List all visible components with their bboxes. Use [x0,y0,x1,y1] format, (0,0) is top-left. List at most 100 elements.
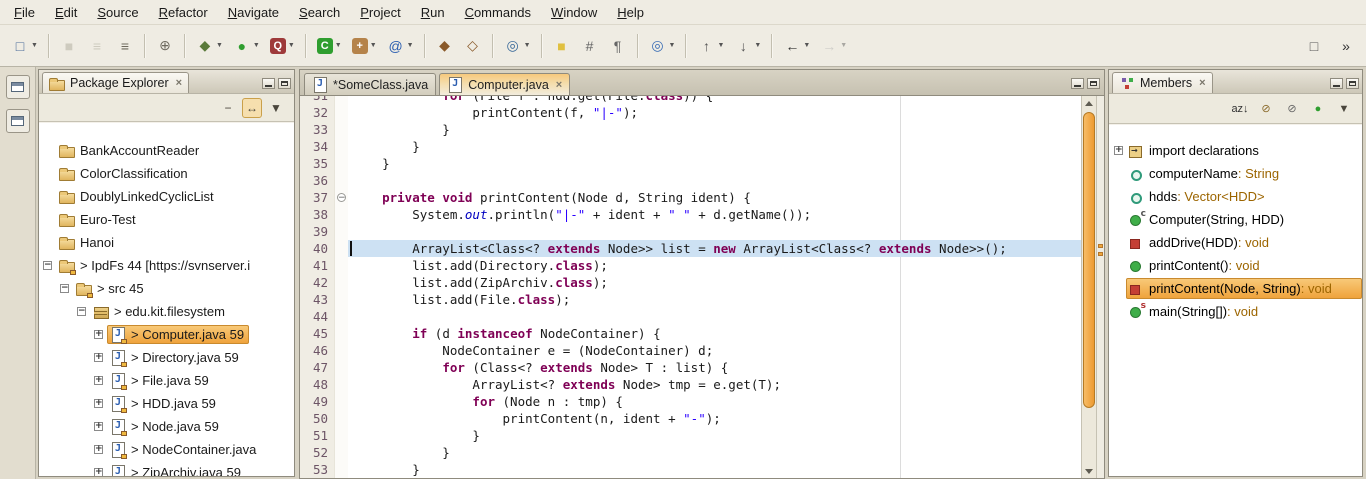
dropdown-arrow-icon[interactable]: ▼ [370,42,377,49]
scroll-up-icon[interactable] [1082,96,1096,110]
runnable-jar-button[interactable]: ◇ [460,32,486,60]
code-text[interactable]: for (File f : hdd.get(File.class)) { [348,96,1081,104]
save-all-button[interactable]: ≡ [84,32,110,60]
minimize-view-icon[interactable] [1330,78,1343,89]
dropdown-arrow-icon[interactable]: ▼ [717,42,724,49]
members-view-menu-button[interactable]: ▼ [1334,99,1354,119]
build-all-button[interactable]: ⊕ [152,32,178,60]
export-jar-button[interactable]: ◆ [432,32,458,60]
menu-help[interactable]: Help [607,2,654,23]
code-text[interactable]: printContent(n, ident + "-"); [348,410,1081,427]
dropdown-arrow-icon[interactable]: ▼ [754,42,761,49]
expander-icon[interactable]: + [94,353,103,362]
menu-file[interactable]: File [4,2,45,23]
show-grid-button[interactable]: # [577,32,603,60]
expander-icon[interactable]: − [43,261,52,270]
maximize-view-icon[interactable] [278,78,291,89]
member-item[interactable]: addDrive(HDD) : void [1109,231,1362,254]
expander-icon[interactable]: − [77,307,86,316]
javadoc-button[interactable]: @▼ [383,32,418,60]
expander-icon[interactable]: + [1114,146,1123,155]
next-annotation-button[interactable]: ↓▼ [730,32,765,60]
editor-vertical-scrollbar[interactable] [1081,96,1096,478]
code-text[interactable]: if (d instanceof NodeContainer) { [348,325,1081,342]
coverage-button[interactable]: Q▼ [266,32,299,60]
editor-tab[interactable]: *SomeClass.java [304,73,436,95]
new-java-package-button[interactable]: +▼ [348,32,381,60]
expander-icon[interactable]: + [94,399,103,408]
annotation-mark[interactable] [1098,244,1103,248]
maximize-editor-icon[interactable] [1087,78,1100,89]
hide-fields-button[interactable]: ⊘ [1256,99,1276,119]
code-text[interactable]: list.add(ZipArchiv.class); [348,274,1081,291]
member-item[interactable]: hdds : Vector<HDD> [1109,185,1362,208]
menu-search[interactable]: Search [289,2,350,23]
restore-view-2-button[interactable] [6,109,30,133]
menu-run[interactable]: Run [411,2,455,23]
code-text[interactable]: } [348,155,1081,172]
new-wizard-button[interactable]: □▼ [7,32,42,60]
close-tab-icon[interactable]: × [556,79,562,91]
member-item[interactable]: printContent() : void [1109,254,1362,277]
collapse-all-button[interactable]: − [218,98,238,118]
sort-members-button[interactable]: az↓ [1230,99,1250,119]
maximize-view-icon[interactable] [1346,78,1359,89]
expander-icon[interactable]: + [94,330,103,339]
expander-icon[interactable]: + [94,468,103,476]
print-button[interactable]: ≡ [112,32,138,60]
scroll-down-icon[interactable] [1082,464,1096,478]
fold-margin[interactable]: − [334,189,348,206]
toolbar-overflow-button[interactable]: » [1333,32,1359,60]
mark-occurrences-button[interactable]: ■ [549,32,575,60]
tree-item[interactable]: Hanoi [39,231,294,254]
dropdown-arrow-icon[interactable]: ▼ [524,42,531,49]
search-button[interactable]: ◎▼ [500,32,535,60]
code-text[interactable] [348,172,1081,189]
scrollbar-thumb[interactable] [1083,112,1095,408]
code-text[interactable]: } [348,427,1081,444]
run-button[interactable]: ●▼ [229,32,264,60]
tree-item[interactable]: Euro-Test [39,208,294,231]
tree-item[interactable]: +> Node.java 59 [39,415,294,438]
member-item[interactable]: cComputer(String, HDD) [1109,208,1362,231]
code-text[interactable] [348,308,1081,325]
minimize-view-icon[interactable] [262,78,275,89]
annotation-mark[interactable] [1098,252,1103,256]
tree-item[interactable]: +> Computer.java 59 [39,323,294,346]
expander-icon[interactable]: + [94,445,103,454]
tree-item[interactable]: DoublyLinkedCyclicList [39,185,294,208]
code-text[interactable]: private void printContent(Node d, String… [348,189,1081,206]
tree-item[interactable]: −> edu.kit.filesystem [39,300,294,323]
package-explorer-view-tab[interactable]: Package Explorer × [42,72,189,93]
code-text[interactable]: } [348,121,1081,138]
dropdown-arrow-icon[interactable]: ▼ [288,42,295,49]
tree-item[interactable]: +> Directory.java 59 [39,346,294,369]
open-perspective-button[interactable]: □ [1301,32,1327,60]
save-button[interactable]: ■ [56,32,82,60]
code-text[interactable]: } [348,444,1081,461]
forward-button[interactable]: →▼ [816,32,851,60]
menu-commands[interactable]: Commands [455,2,541,23]
code-text[interactable]: } [348,138,1081,155]
link-with-editor-button[interactable]: ↔ [242,98,262,118]
member-item[interactable]: +import declarations [1109,139,1362,162]
dropdown-arrow-icon[interactable]: ▼ [253,42,260,49]
menu-navigate[interactable]: Navigate [218,2,289,23]
tree-item[interactable]: +> HDD.java 59 [39,392,294,415]
member-item[interactable]: printContent(Node, String) : void [1109,277,1362,300]
dropdown-arrow-icon[interactable]: ▼ [669,42,676,49]
code-text[interactable]: list.add(Directory.class); [348,257,1081,274]
expander-icon[interactable]: + [94,376,103,385]
code-text[interactable]: System.out.println("|-" + ident + " " + … [348,206,1081,223]
menu-project[interactable]: Project [350,2,410,23]
new-java-class-button[interactable]: C▼ [313,32,346,60]
member-item[interactable]: computerName : String [1109,162,1362,185]
editor-tab[interactable]: Computer.java× [439,73,570,95]
tree-item[interactable]: ColorClassification [39,162,294,185]
code-text[interactable]: ArrayList<? extends Node> tmp = e.get(T)… [348,376,1081,393]
code-text[interactable]: printContent(f, "|-"); [348,104,1081,121]
hide-non-public-members-button[interactable]: ● [1308,99,1328,119]
dropdown-arrow-icon[interactable]: ▼ [335,42,342,49]
dropdown-arrow-icon[interactable]: ▼ [407,42,414,49]
code-text[interactable]: NodeContainer e = (NodeContainer) d; [348,342,1081,359]
